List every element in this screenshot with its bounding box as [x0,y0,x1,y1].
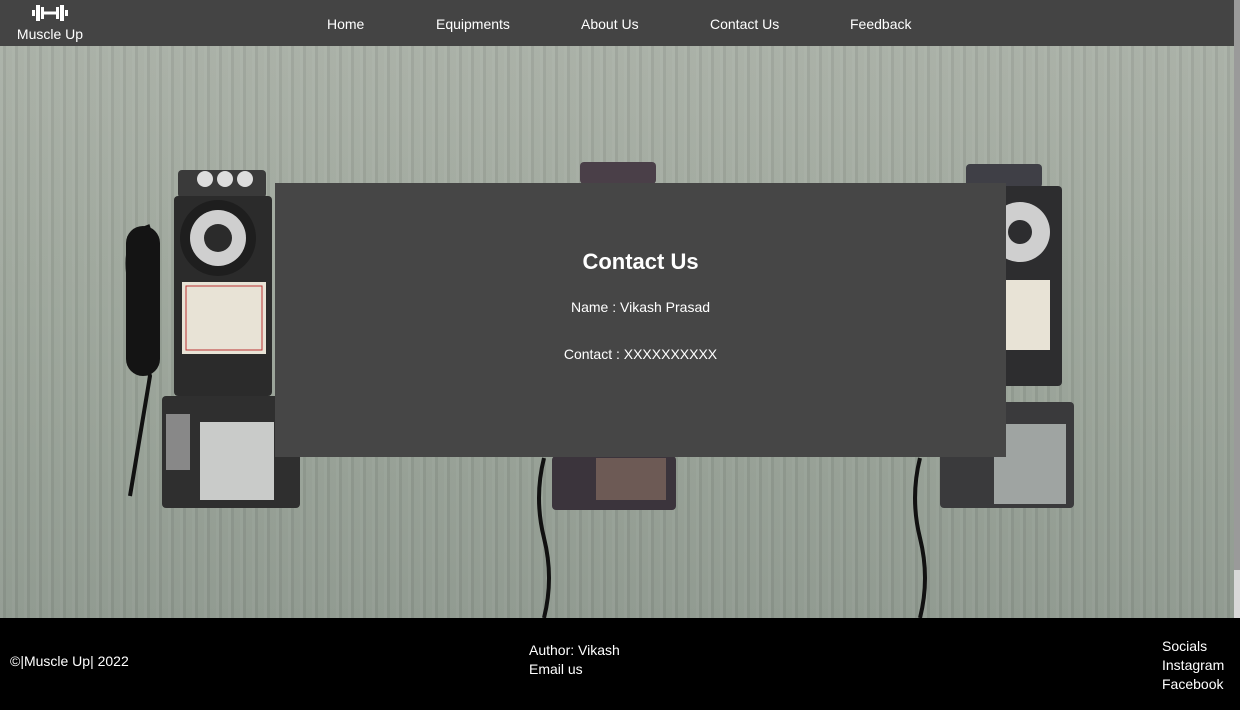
page-scrollbar[interactable] [1234,0,1240,618]
footer-author-block: Author: Vikash Email us [529,641,620,679]
nav-feedback[interactable]: Feedback [850,15,911,33]
nav-home[interactable]: Home [327,15,364,33]
nav-contact-us[interactable]: Contact Us [710,15,779,33]
scrollbar-thumb[interactable] [1234,0,1240,570]
footer-facebook-link[interactable]: Facebook [1162,675,1224,694]
footer-socials-block: Socials Instagram Facebook [1162,637,1224,694]
footer-socials-heading: Socials [1162,638,1208,654]
page-footer: ©|Muscle Up| 2022 Author: Vikash Email u… [0,618,1240,710]
contact-number: Contact : XXXXXXXXXX [563,346,718,362]
brand-name: Muscle Up [16,26,84,42]
brand-logo[interactable]: Muscle Up [10,2,90,46]
footer-email-link[interactable]: Email us [529,660,620,679]
footer-instagram-link[interactable]: Instagram [1162,656,1224,675]
footer-copyright: ©|Muscle Up| 2022 [10,653,129,669]
nav-equipments[interactable]: Equipments [436,15,510,33]
contact-card: Contact Us Name : Vikash Prasad Contact … [275,183,1006,457]
footer-author: Author: Vikash [529,642,620,658]
nav-about-us[interactable]: About Us [581,15,639,33]
top-navbar: Muscle Up Home Equipments About Us Conta… [0,0,1234,46]
contact-name: Name : Vikash Prasad [570,299,711,315]
contact-title: Contact Us [582,249,699,274]
dumbbell-icon [32,5,68,21]
